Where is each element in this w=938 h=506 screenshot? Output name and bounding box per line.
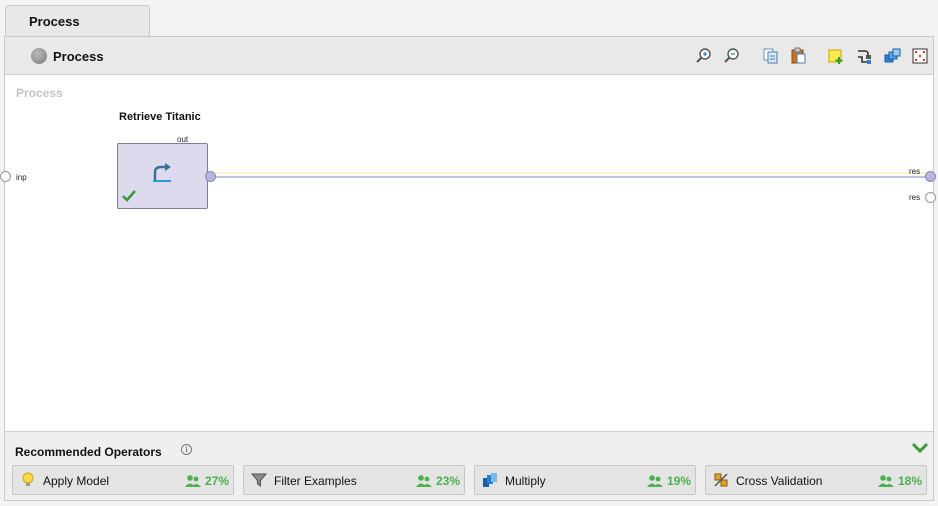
operator-name: Filter Examples: [274, 474, 357, 488]
operator-percent: 23%: [436, 474, 461, 488]
copy-icon[interactable]: [761, 47, 779, 65]
process-globe-icon: [31, 48, 47, 64]
recommended-operator-cross-validation[interactable]: Cross Validation 18%: [705, 465, 927, 495]
recommended-operator-multiply[interactable]: Multiply 19%: [474, 465, 696, 495]
cross-validation-icon: [714, 473, 728, 487]
operator-retrieve-titanic[interactable]: [117, 143, 208, 209]
operator-name: Retrieve Titanic: [119, 111, 201, 123]
process-output-port-empty[interactable]: [925, 192, 936, 203]
operator-percent: 18%: [898, 474, 923, 488]
users-icon: [185, 475, 201, 487]
operator-output-port[interactable]: [205, 171, 216, 182]
process-output-port-label: res: [909, 167, 921, 176]
lightbulb-icon: [22, 472, 34, 486]
operator-percent: 19%: [667, 474, 692, 488]
fit-view-icon[interactable]: [911, 47, 929, 65]
operator-percent: 27%: [205, 474, 230, 488]
process-input-port-label: inp: [16, 173, 27, 182]
connection-layer: [211, 172, 927, 178]
retrieve-arrow-icon: [153, 163, 171, 182]
process-input-port[interactable]: [0, 171, 11, 182]
tab-process[interactable]: Process: [5, 5, 150, 37]
operator-name: Apply Model: [43, 474, 110, 488]
process-title: Process: [53, 49, 104, 64]
users-icon: [647, 475, 663, 487]
add-note-icon[interactable]: [827, 47, 845, 65]
users-icon: [416, 475, 432, 487]
process-output-port-label: res: [909, 193, 921, 202]
chevron-down-icon[interactable]: [911, 441, 929, 455]
info-icon[interactable]: i: [181, 444, 192, 455]
auto-wire-icon[interactable]: [855, 47, 873, 65]
operator-name: Cross Validation: [736, 474, 823, 488]
tab-bar: Process: [0, 0, 938, 37]
recommended-operators-title: Recommended Operators: [15, 445, 162, 459]
recommended-operator-filter-examples[interactable]: Filter Examples 23%: [243, 465, 465, 495]
users-icon: [878, 475, 894, 487]
process-header: Process: [5, 37, 933, 75]
operator-output-port-label: out: [177, 135, 189, 144]
status-check-icon: [122, 190, 136, 202]
zoom-out-icon[interactable]: [723, 47, 741, 65]
process-canvas[interactable]: Process inp res res Retrieve Titanic out: [0, 75, 936, 431]
recommended-operators-panel: Recommended Operators i Apply Model 27% …: [5, 431, 933, 500]
arrange-icon[interactable]: [883, 47, 901, 65]
funnel-icon: [251, 473, 267, 487]
zoom-in-icon[interactable]: [695, 47, 713, 65]
paste-icon[interactable]: [789, 47, 807, 65]
process-output-port[interactable]: [925, 171, 936, 182]
multiply-icon: [483, 473, 497, 487]
recommended-operator-apply-model[interactable]: Apply Model 27%: [12, 465, 234, 495]
process-panel: Process Process inp res res Retrieve Tit…: [0, 36, 936, 501]
operator-name: Multiply: [505, 474, 546, 488]
